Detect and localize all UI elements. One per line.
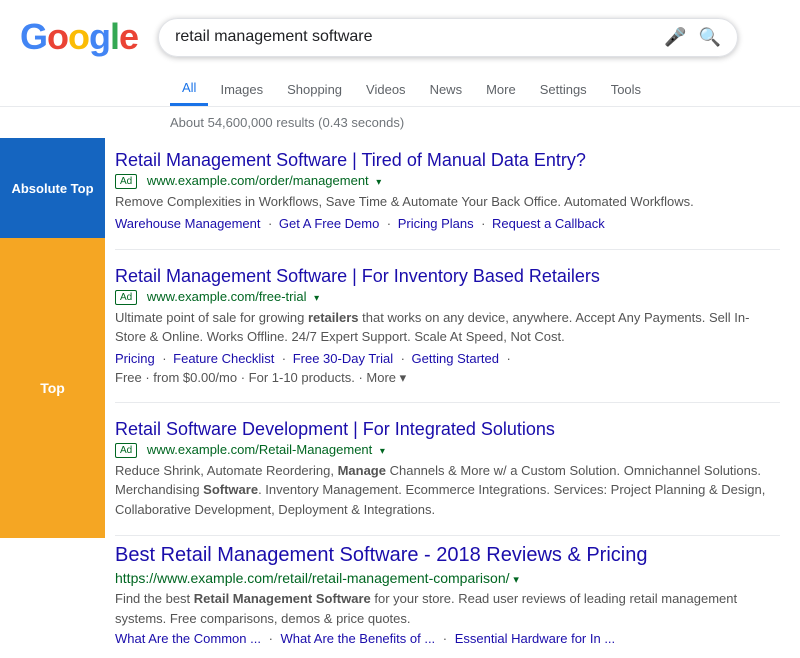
ad-3-url: Ad www.example.com/Retail-Management ▾ bbox=[115, 442, 780, 458]
ad-2-desc: Ultimate point of sale for growing retai… bbox=[115, 308, 780, 347]
ad-2-free-line: Free · from $0.00/mo · For 1-10 products… bbox=[115, 370, 780, 386]
microphone-icon[interactable]: 🎤 bbox=[664, 27, 686, 48]
organic-1-desc: Find the best Retail Management Software… bbox=[115, 589, 780, 628]
ad-3-desc: Reduce Shrink, Automate Reordering, Mana… bbox=[115, 461, 780, 520]
organic-1-title[interactable]: Best Retail Management Software - 2018 R… bbox=[115, 544, 780, 567]
ad-1-link-2[interactable]: Get A Free Demo bbox=[279, 216, 379, 231]
divider-3 bbox=[115, 535, 780, 536]
bottom-link-2[interactable]: What Are the Benefits of ... bbox=[281, 631, 436, 646]
ad-2-link-2[interactable]: Feature Checklist bbox=[173, 351, 274, 366]
search-icon[interactable]: 🔍 bbox=[699, 27, 721, 48]
ad-1-link-3[interactable]: Pricing Plans bbox=[398, 216, 474, 231]
ad-1-title[interactable]: Retail Management Software | Tired of Ma… bbox=[115, 150, 780, 171]
ad-1-desc: Remove Complexities in Workflows, Save T… bbox=[115, 192, 780, 212]
divider-1 bbox=[115, 249, 780, 250]
top-bar: Top bbox=[0, 238, 105, 538]
organic-1-url: https://www.example.com/retail/retail-ma… bbox=[115, 570, 780, 586]
organic-1-bottom-links: What Are the Common ... · What Are the B… bbox=[115, 631, 780, 646]
tab-all[interactable]: All bbox=[170, 72, 208, 106]
search-bar[interactable]: 🎤 🔍 bbox=[158, 18, 738, 57]
tab-shopping[interactable]: Shopping bbox=[275, 74, 354, 105]
results-area: Retail Management Software | Tired of Ma… bbox=[105, 138, 800, 658]
main-content: Absolute Top Top Retail Management Softw… bbox=[0, 138, 800, 658]
tab-more[interactable]: More bbox=[474, 74, 528, 105]
tab-videos[interactable]: Videos bbox=[354, 74, 418, 105]
organic-result-1: Best Retail Management Software - 2018 R… bbox=[115, 540, 780, 658]
ad-result-1: Retail Management Software | Tired of Ma… bbox=[115, 138, 780, 245]
tab-images[interactable]: Images bbox=[208, 74, 275, 105]
ad-result-3: Retail Software Development | For Integr… bbox=[115, 407, 780, 532]
bottom-link-3[interactable]: Essential Hardware for In ... bbox=[455, 631, 615, 646]
ad-1-link-4[interactable]: Request a Callback bbox=[492, 216, 605, 231]
search-icons: 🎤 🔍 bbox=[664, 27, 721, 48]
divider-2 bbox=[115, 402, 780, 403]
bottom-link-1[interactable]: What Are the Common ... bbox=[115, 631, 261, 646]
side-labels: Absolute Top Top bbox=[0, 138, 105, 658]
ad-1-url: Ad www.example.com/order/management ▾ bbox=[115, 173, 780, 189]
tab-settings[interactable]: Settings bbox=[528, 74, 599, 105]
ad-2-title[interactable]: Retail Management Software | For Invento… bbox=[115, 266, 780, 287]
header: Google 🎤 🔍 bbox=[0, 0, 800, 58]
ad-2-link-4[interactable]: Getting Started bbox=[412, 351, 499, 366]
ad-2-url: Ad www.example.com/free-trial ▾ bbox=[115, 289, 780, 305]
ad-badge-2: Ad bbox=[115, 290, 137, 305]
google-logo: Google bbox=[20, 16, 138, 58]
tab-news[interactable]: News bbox=[418, 74, 475, 105]
search-input[interactable] bbox=[175, 28, 656, 46]
results-count: About 54,600,000 results (0.43 seconds) bbox=[0, 107, 800, 138]
ad-3-title[interactable]: Retail Software Development | For Integr… bbox=[115, 419, 780, 440]
ad-1-link-1[interactable]: Warehouse Management bbox=[115, 216, 261, 231]
ad-badge-1: Ad bbox=[115, 174, 137, 189]
tab-tools[interactable]: Tools bbox=[599, 74, 653, 105]
ad-result-2: Retail Management Software | For Invento… bbox=[115, 254, 780, 398]
ad-badge-3: Ad bbox=[115, 443, 137, 458]
ad-2-link-1[interactable]: Pricing bbox=[115, 351, 155, 366]
ad-2-link-3[interactable]: Free 30-Day Trial bbox=[293, 351, 393, 366]
top-label: Top bbox=[0, 372, 105, 404]
absolute-top-label: Absolute Top bbox=[0, 138, 105, 238]
ad-2-links: Pricing · Feature Checklist · Free 30-Da… bbox=[115, 350, 780, 368]
ad-1-links: Warehouse Management · Get A Free Demo ·… bbox=[115, 215, 780, 233]
nav-tabs: All Images Shopping Videos News More Set… bbox=[0, 62, 800, 107]
